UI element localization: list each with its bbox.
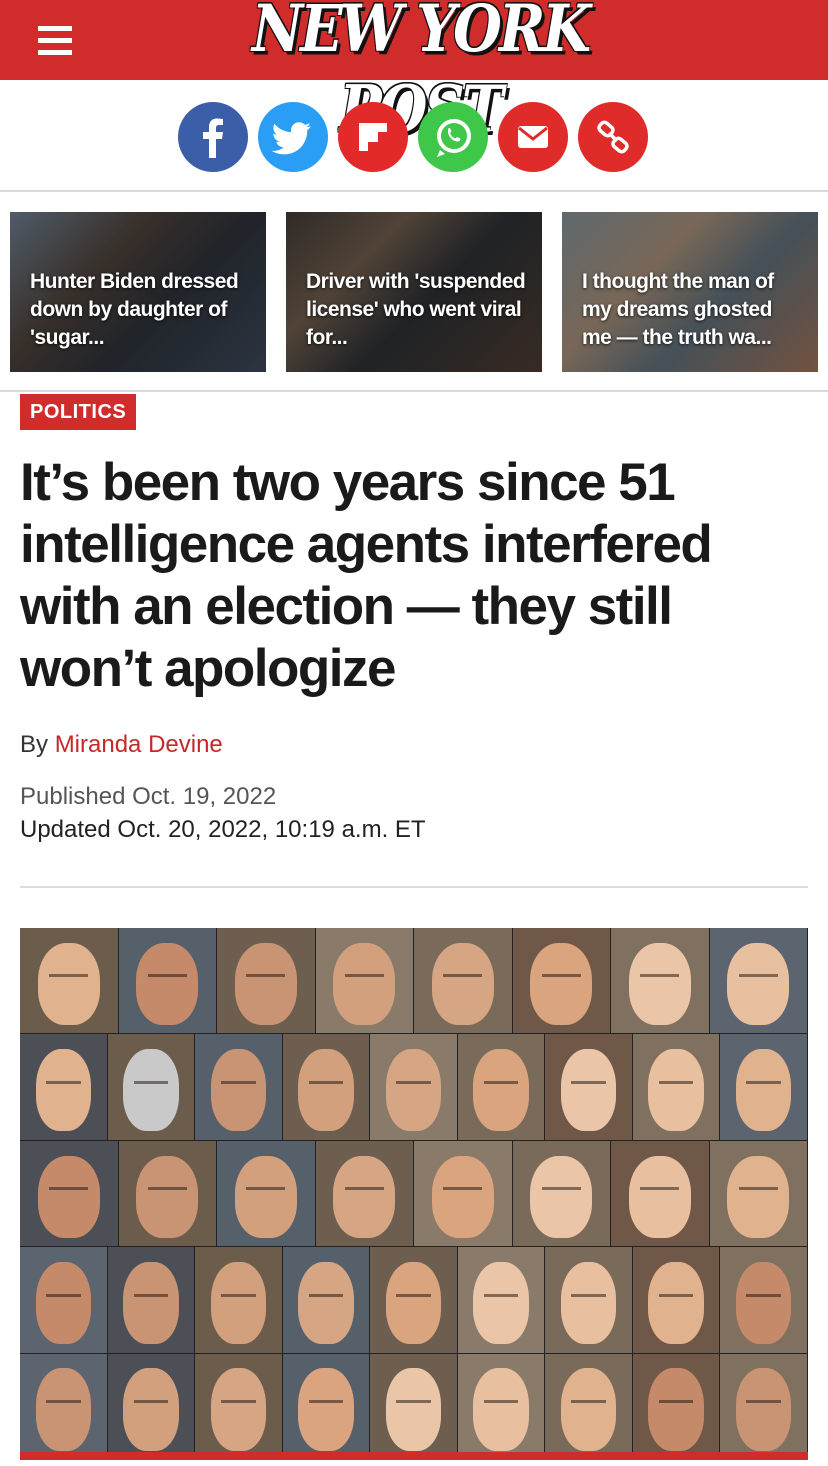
facebook-icon [203, 118, 223, 158]
portrait-tile [512, 928, 610, 1034]
site-header: NEW YORK POST [0, 0, 828, 147]
flipboard-icon [359, 123, 387, 151]
portrait-tile [709, 928, 807, 1034]
whatsapp-share-button[interactable] [418, 102, 488, 172]
portrait-tile [217, 928, 315, 1034]
portrait-tile [195, 1247, 282, 1353]
portrait-tile [457, 1247, 545, 1353]
portrait-tile [720, 1247, 807, 1353]
related-stories: Hunter Biden dressed down by daughter of… [0, 192, 828, 392]
portrait-tile [512, 1140, 610, 1247]
whatsapp-icon [437, 119, 471, 157]
author-link[interactable]: Miranda Devine [55, 731, 223, 758]
portrait-tile [282, 1353, 370, 1459]
portrait-tile [370, 1353, 457, 1459]
article-headline: It’s been two years since 51 intelligenc… [20, 453, 713, 698]
share-bar [0, 80, 828, 192]
portrait-tile [20, 1247, 107, 1353]
portrait-tile [370, 1034, 457, 1140]
portrait-tile [315, 928, 413, 1034]
portrait-tile [611, 928, 709, 1034]
published-date: Published Oct. 19, 2022 [20, 783, 277, 810]
portrait-tile [107, 1353, 195, 1459]
divider [20, 886, 808, 888]
portrait-tile [195, 1353, 282, 1459]
portrait-tile [632, 1353, 720, 1459]
portrait-tile [107, 1247, 195, 1353]
portrait-tile [315, 1140, 413, 1247]
portrait-tile [414, 928, 512, 1034]
related-story-card[interactable]: I thought the man of my dreams ghosted m… [562, 212, 818, 372]
copy-link-button[interactable] [578, 102, 648, 172]
portrait-tile [20, 1353, 107, 1459]
article-photo[interactable] [20, 928, 808, 1460]
photo-caption-bar [20, 1452, 808, 1460]
link-icon [597, 120, 629, 154]
portrait-tile [709, 1140, 807, 1247]
portrait-tile [632, 1247, 720, 1353]
portrait-tile [457, 1353, 545, 1459]
email-share-button[interactable] [498, 102, 568, 172]
byline: By Miranda Devine [20, 731, 223, 759]
hamburger-menu-icon[interactable] [38, 20, 76, 55]
portrait-tile [545, 1247, 632, 1353]
portrait-tile [457, 1034, 545, 1140]
portrait-tile [414, 1140, 512, 1247]
portrait-tile [720, 1353, 807, 1459]
section-tag[interactable]: POLITICS [20, 394, 137, 430]
portrait-tile [20, 1034, 107, 1140]
portrait-tile [118, 928, 216, 1034]
portrait-tile [282, 1034, 370, 1140]
portrait-tile [632, 1034, 720, 1140]
portrait-tile [118, 1140, 216, 1247]
email-icon [518, 126, 548, 148]
portrait-tile [370, 1247, 457, 1353]
story-title: Driver with 'suspended license' who went… [306, 270, 526, 349]
portrait-tile [217, 1140, 315, 1247]
flipboard-share-button[interactable] [338, 102, 408, 172]
facebook-share-button[interactable] [178, 102, 248, 172]
site-logo[interactable]: NEW YORK POST [200, 0, 640, 147]
twitter-share-button[interactable] [258, 102, 328, 172]
story-title: Hunter Biden dressed down by daughter of… [30, 270, 239, 349]
portrait-tile [20, 928, 118, 1034]
related-story-card[interactable]: Hunter Biden dressed down by daughter of… [10, 212, 266, 372]
updated-date: Updated Oct. 20, 2022, 10:19 a.m. ET [20, 816, 426, 843]
twitter-icon [271, 122, 311, 155]
portrait-tile [720, 1034, 807, 1140]
portrait-tile [195, 1034, 282, 1140]
portrait-tile [107, 1034, 195, 1140]
portrait-tile [282, 1247, 370, 1353]
portrait-tile [545, 1353, 632, 1459]
byline-prefix: By [20, 731, 55, 758]
story-title: I thought the man of my dreams ghosted m… [582, 270, 774, 349]
portrait-tile [545, 1034, 632, 1140]
portrait-tile [611, 1140, 709, 1247]
portrait-tile [20, 1140, 118, 1247]
related-story-card[interactable]: Driver with 'suspended license' who went… [286, 212, 542, 372]
